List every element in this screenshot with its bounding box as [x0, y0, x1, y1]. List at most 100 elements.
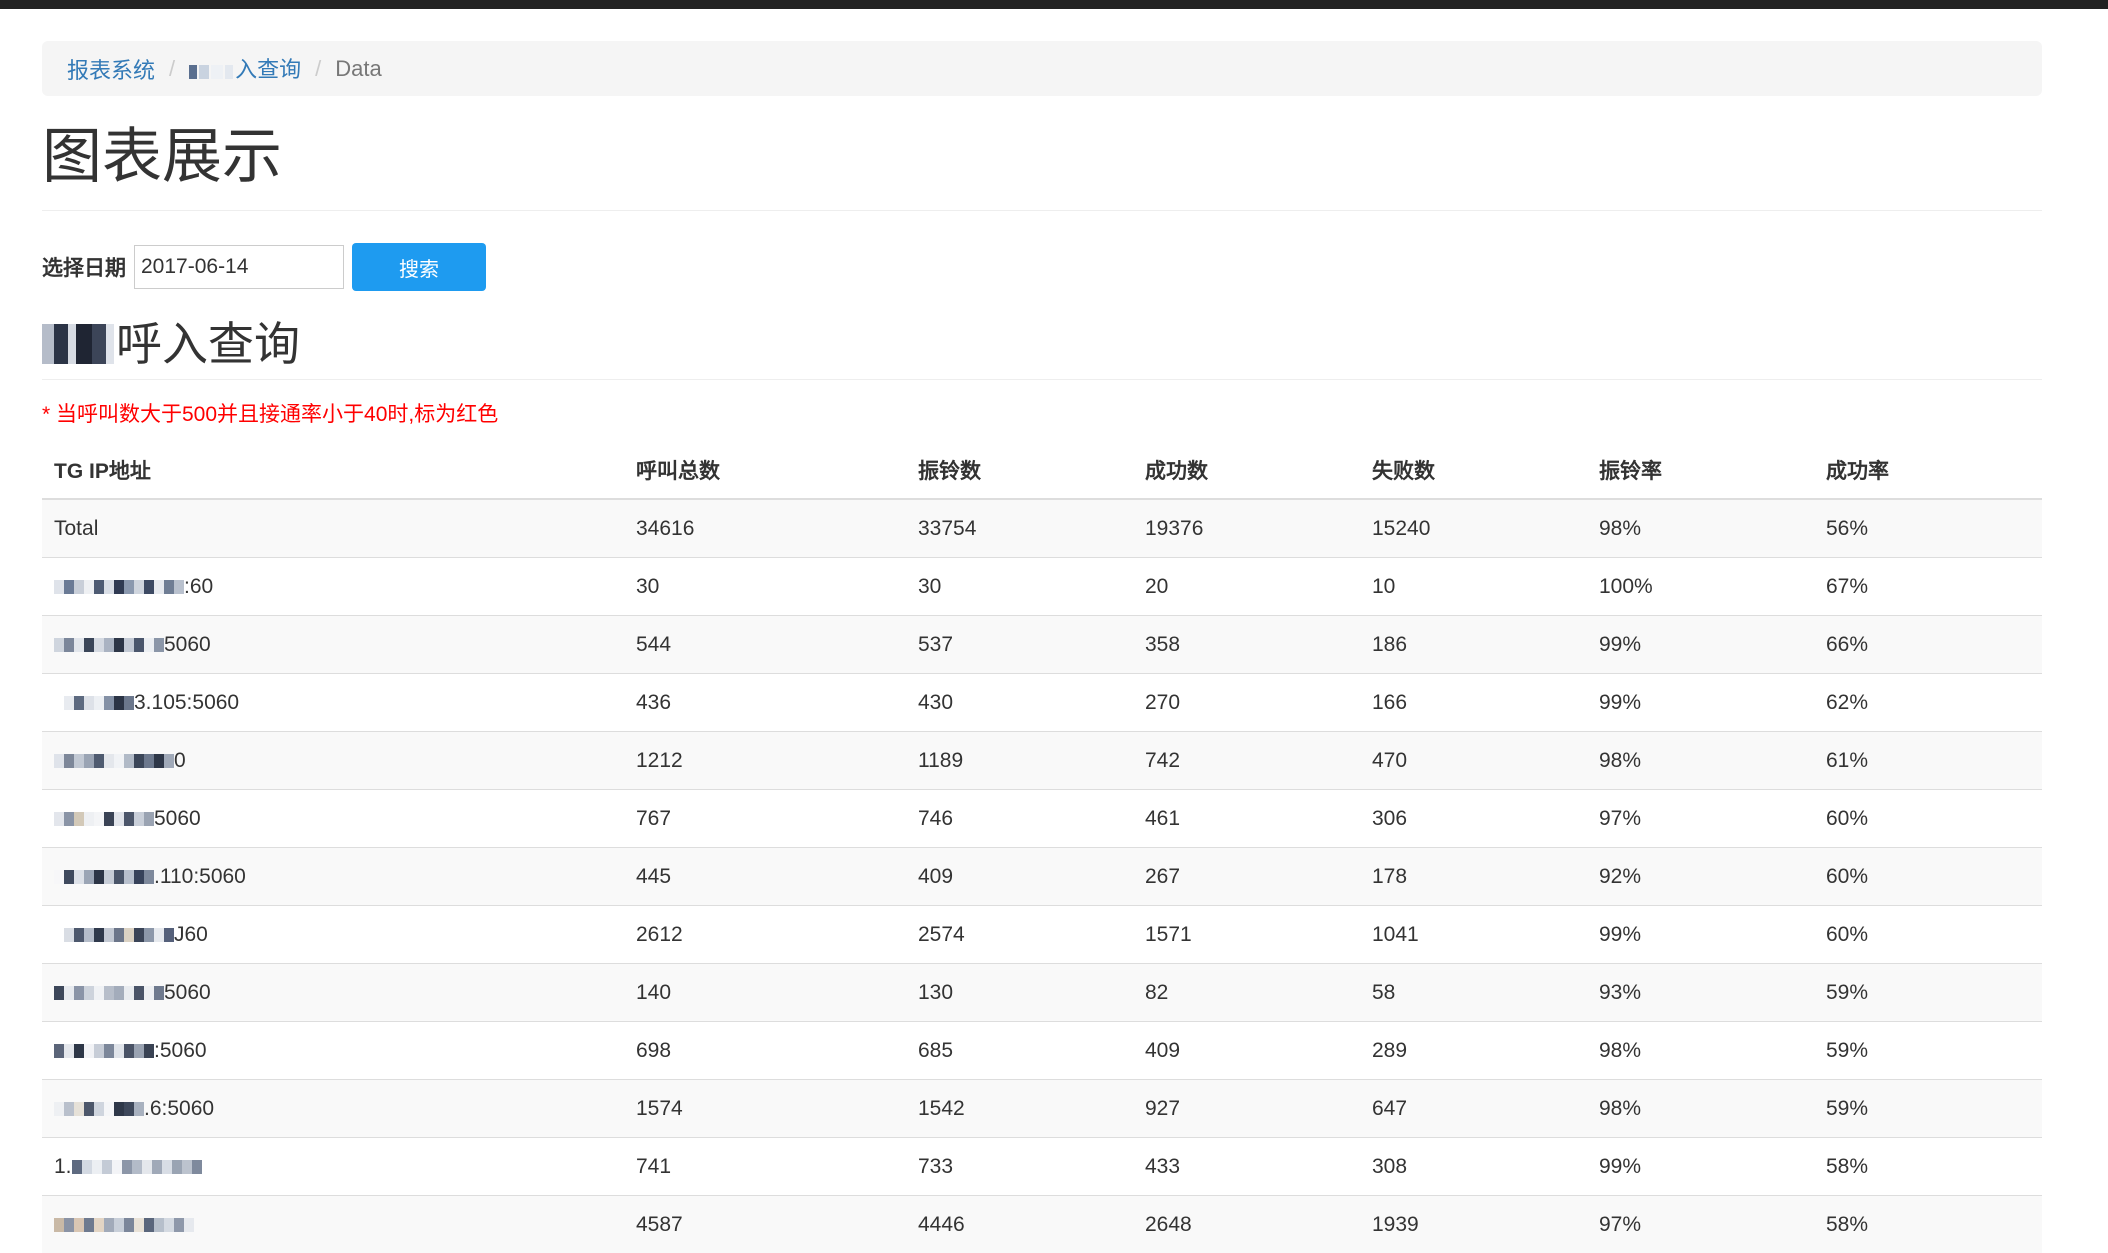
cell-ring-rate: 99% — [1587, 674, 1814, 732]
redacted-ip — [54, 638, 164, 652]
cell-success-rate: 58% — [1814, 1138, 2042, 1196]
cell-ip: :5060 — [42, 1022, 624, 1080]
column-header-total-calls: 呼叫总数 — [624, 442, 906, 499]
cell-ring: 30 — [906, 558, 1133, 616]
cell-ring: 2574 — [906, 906, 1133, 964]
cell-success: 409 — [1133, 1022, 1360, 1080]
cell-ip: .110:5060 — [42, 848, 624, 906]
cell-fail: 178 — [1360, 848, 1587, 906]
cell-ring-rate: 97% — [1587, 1196, 1814, 1253]
column-header-fail-count: 失败数 — [1360, 442, 1587, 499]
column-header-ring-rate: 振铃率 — [1587, 442, 1814, 499]
cell-fail: 308 — [1360, 1138, 1587, 1196]
cell-fail: 647 — [1360, 1080, 1587, 1138]
main-container: 报表系统 / 入查询 / Data 图表展示 选择日期 搜索 呼入查询 * 当呼… — [42, 9, 2042, 1253]
redacted-ip — [54, 1044, 154, 1058]
cell-fail: 306 — [1360, 790, 1587, 848]
redacted-ip — [54, 754, 174, 768]
cell-ring: 1542 — [906, 1080, 1133, 1138]
cell-ring: 4446 — [906, 1196, 1133, 1253]
cell-ring-rate: 98% — [1587, 1080, 1814, 1138]
table-header-row: TG IP地址 呼叫总数 振铃数 成功数 失败数 振铃率 成功率 — [42, 442, 2042, 499]
table-row: 4587 4446 2648 1939 97% 58% — [42, 1196, 2042, 1253]
column-header-ring-count: 振铃数 — [906, 442, 1133, 499]
cell-ring: 685 — [906, 1022, 1133, 1080]
breadcrumb-separator: / — [169, 56, 175, 82]
cell-fail: 1041 — [1360, 906, 1587, 964]
column-header-success-count: 成功数 — [1133, 442, 1360, 499]
cell-ring: 33754 — [906, 499, 1133, 558]
table-row: 3.105:5060 436 430 270 166 99% 62% — [42, 674, 2042, 732]
date-input[interactable] — [134, 245, 344, 289]
inbound-data-table: TG IP地址 呼叫总数 振铃数 成功数 失败数 振铃率 成功率 Total 3… — [42, 442, 2042, 1253]
cell-ip: 5060 — [42, 790, 624, 848]
cell-success: 927 — [1133, 1080, 1360, 1138]
cell-fail: 58 — [1360, 964, 1587, 1022]
cell-ring: 537 — [906, 616, 1133, 674]
cell-success: 433 — [1133, 1138, 1360, 1196]
redacted-ip — [54, 580, 184, 594]
cell-ip: 5060 — [42, 616, 624, 674]
redacted-ip — [54, 870, 154, 884]
breadcrumb-separator: / — [315, 56, 321, 82]
cell-success-rate: 66% — [1814, 616, 2042, 674]
redacted-text — [189, 59, 235, 85]
cell-ip: 3.105:5060 — [42, 674, 624, 732]
section-title-text: 呼入查询 — [116, 316, 300, 372]
breadcrumb-item-report-system[interactable]: 报表系统 — [67, 53, 155, 85]
redacted-text — [42, 324, 114, 364]
section-title: 呼入查询 — [42, 291, 2042, 380]
table-row: 5060 767 746 461 306 97% 60% — [42, 790, 2042, 848]
cell-success: 742 — [1133, 732, 1360, 790]
table-row: 1. 741 733 433 308 99% 58% — [42, 1138, 2042, 1196]
cell-ip: Total — [42, 499, 624, 558]
cell-success: 267 — [1133, 848, 1360, 906]
redacted-ip — [54, 928, 174, 942]
cell-ring: 733 — [906, 1138, 1133, 1196]
redacted-ip — [72, 1160, 202, 1174]
cell-total: 1574 — [624, 1080, 906, 1138]
cell-success: 358 — [1133, 616, 1360, 674]
cell-ip: 5060 — [42, 964, 624, 1022]
cell-total: 140 — [624, 964, 906, 1022]
table-row: .6:5060 1574 1542 927 647 98% 59% — [42, 1080, 2042, 1138]
table-row: .110:5060 445 409 267 178 92% 60% — [42, 848, 2042, 906]
cell-success-rate: 58% — [1814, 1196, 2042, 1253]
cell-ring: 746 — [906, 790, 1133, 848]
cell-total: 436 — [624, 674, 906, 732]
date-label: 选择日期 — [42, 252, 126, 282]
cell-total: 4587 — [624, 1196, 906, 1253]
cell-success-rate: 59% — [1814, 964, 2042, 1022]
search-button[interactable]: 搜索 — [352, 243, 486, 291]
redacted-ip — [54, 986, 164, 1000]
cell-fail: 166 — [1360, 674, 1587, 732]
table-row: Total 34616 33754 19376 15240 98% 56% — [42, 499, 2042, 558]
breadcrumb-item-inbound-query[interactable]: 入查询 — [189, 52, 301, 84]
cell-ring-rate: 100% — [1587, 558, 1814, 616]
cell-total: 2612 — [624, 906, 906, 964]
cell-total: 34616 — [624, 499, 906, 558]
cell-ip — [42, 1196, 624, 1253]
cell-ring: 430 — [906, 674, 1133, 732]
cell-fail: 1939 — [1360, 1196, 1587, 1253]
cell-total: 1212 — [624, 732, 906, 790]
table-row: J60 2612 2574 1571 1041 99% 60% — [42, 906, 2042, 964]
cell-ip: 1. — [42, 1138, 624, 1196]
cell-total: 767 — [624, 790, 906, 848]
cell-total: 445 — [624, 848, 906, 906]
cell-total: 30 — [624, 558, 906, 616]
breadcrumb: 报表系统 / 入查询 / Data — [42, 41, 2042, 96]
cell-fail: 470 — [1360, 732, 1587, 790]
cell-success: 82 — [1133, 964, 1360, 1022]
cell-success-rate: 59% — [1814, 1022, 2042, 1080]
cell-success: 19376 — [1133, 499, 1360, 558]
cell-success-rate: 56% — [1814, 499, 2042, 558]
cell-success-rate: 67% — [1814, 558, 2042, 616]
cell-ring-rate: 99% — [1587, 616, 1814, 674]
cell-success: 1571 — [1133, 906, 1360, 964]
cell-success-rate: 62% — [1814, 674, 2042, 732]
cell-success: 2648 — [1133, 1196, 1360, 1253]
cell-ring-rate: 99% — [1587, 1138, 1814, 1196]
top-bar — [0, 0, 2108, 9]
table-row: 0 1212 1189 742 470 98% 61% — [42, 732, 2042, 790]
